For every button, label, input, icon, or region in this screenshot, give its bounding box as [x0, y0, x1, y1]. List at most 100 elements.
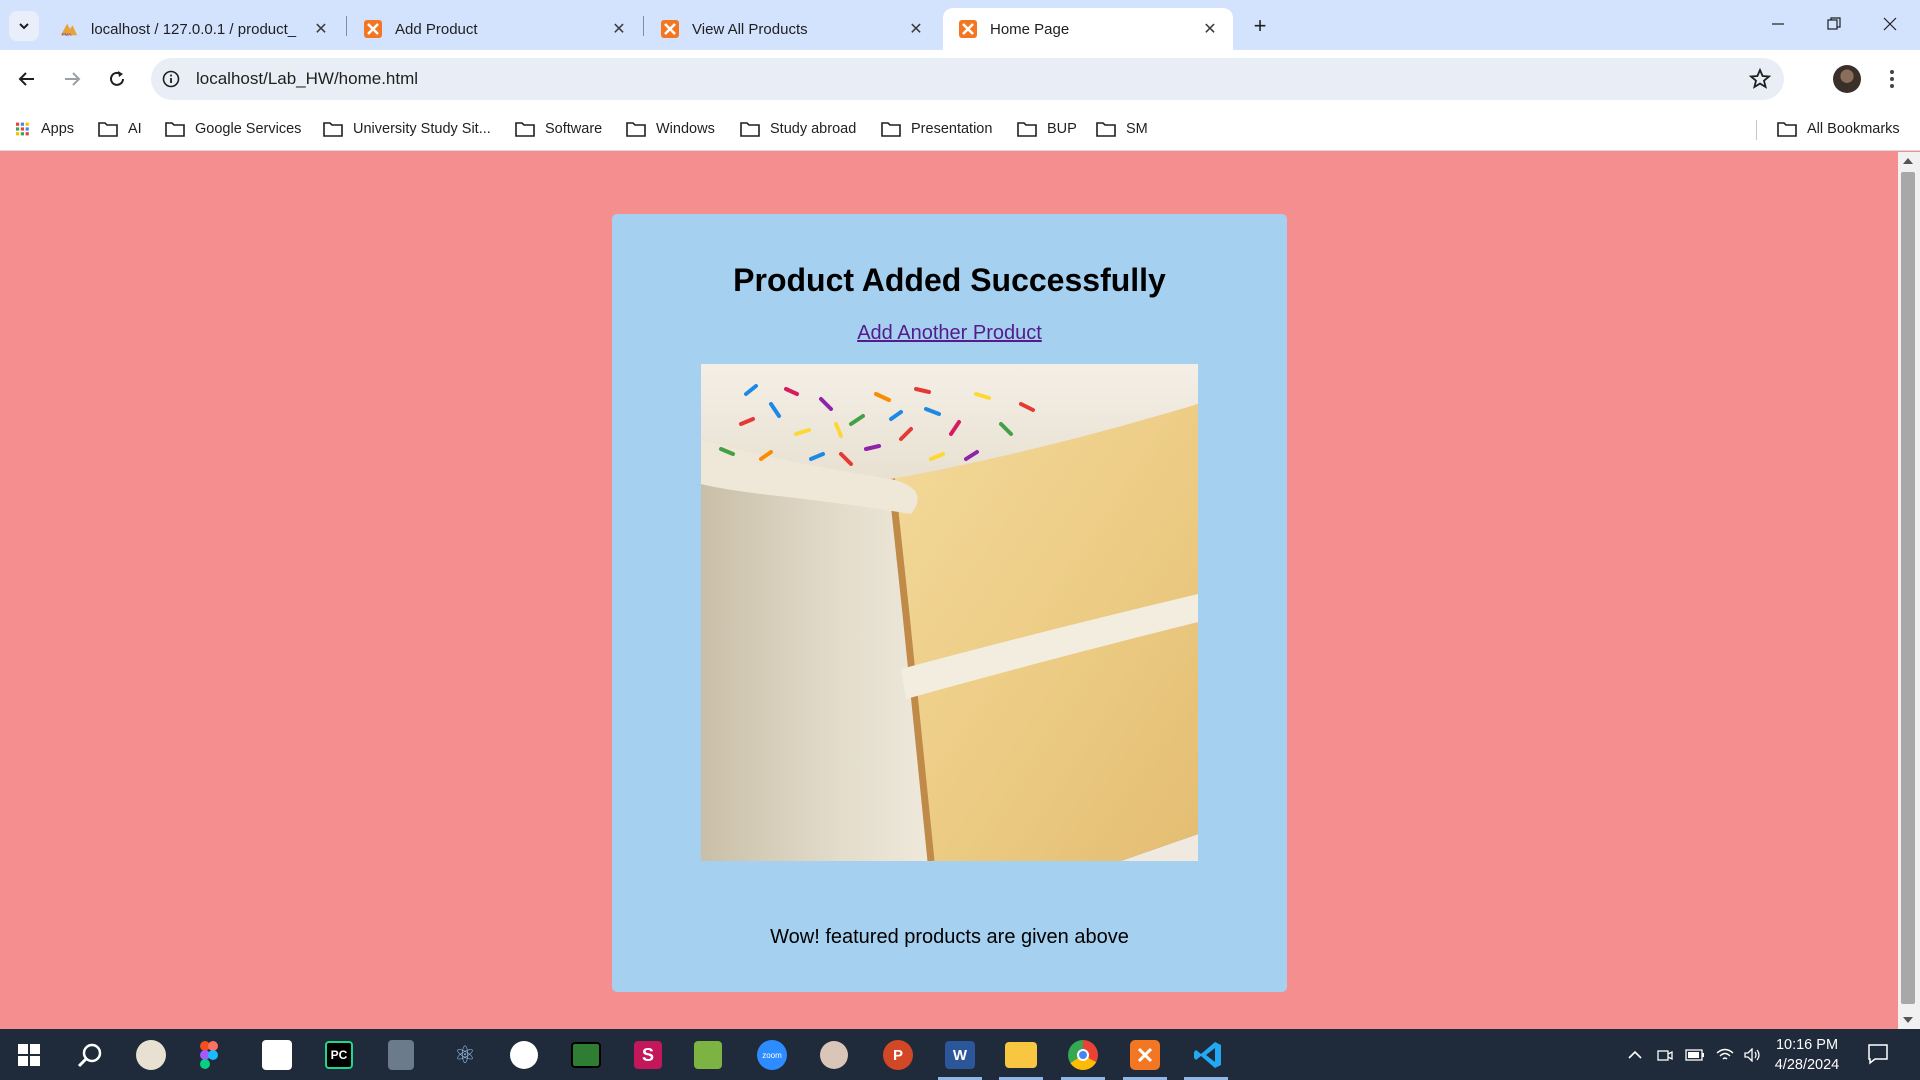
clock-time: 10:16 PM	[1775, 1037, 1839, 1053]
notification-icon[interactable]	[1866, 1042, 1890, 1066]
bookmark-label: Software	[545, 121, 603, 137]
folder-icon	[1096, 122, 1116, 137]
paint-net-icon[interactable]	[694, 1041, 722, 1069]
bookmark-label: Google Services	[195, 121, 302, 137]
profile-avatar[interactable]	[1833, 65, 1861, 93]
bookmarks-bar: Apps AI Google Services University Study…	[0, 108, 1920, 151]
folder-icon	[515, 122, 535, 137]
paint-icon[interactable]	[136, 1040, 166, 1070]
reload-icon	[110, 71, 124, 86]
word-icon[interactable]: W	[945, 1041, 975, 1069]
new-tab-button[interactable]: +	[1246, 12, 1274, 40]
cloud-app-icon[interactable]	[820, 1041, 848, 1069]
scrollbar-thumb[interactable]	[1901, 172, 1915, 1004]
folder-icon	[1017, 122, 1037, 137]
slides-icon[interactable]: S	[634, 1041, 662, 1069]
url-text: localhost/Lab_HW/home.html	[196, 69, 419, 88]
address-bar[interactable]: localhost/Lab_HW/home.html	[151, 58, 1784, 100]
chevron-up-icon[interactable]	[1624, 1044, 1646, 1066]
site-info-icon[interactable]	[162, 70, 180, 88]
tab-add-product[interactable]: Add Product ✕	[348, 8, 642, 50]
start-icon[interactable]	[12, 1038, 46, 1072]
bookmark-folder-presentation[interactable]: Presentation	[881, 118, 992, 140]
bookmark-label: Study abroad	[770, 121, 857, 137]
close-window-button[interactable]	[1870, 8, 1910, 40]
xampp-icon	[959, 20, 977, 38]
clock-date: 4/28/2024	[1774, 1057, 1840, 1073]
tab-phpmyadmin[interactable]: PMA localhost / 127.0.0.1 / product_ ✕	[44, 8, 344, 50]
scroll-down-icon[interactable]	[1903, 1017, 1913, 1023]
bookmark-star-icon[interactable]	[1748, 67, 1772, 91]
add-another-product-link[interactable]: Add Another Product	[857, 322, 1042, 344]
bookmark-folder-sm[interactable]: SM	[1096, 118, 1148, 140]
xampp-icon	[661, 20, 679, 38]
bookmark-label: Windows	[656, 121, 715, 137]
bookmarks-separator	[1756, 120, 1757, 140]
bookmark-folder-google-services[interactable]: Google Services	[165, 118, 301, 140]
terminal-icon[interactable]	[571, 1042, 601, 1068]
figma-icon[interactable]	[200, 1038, 218, 1072]
wifi-icon[interactable]	[1714, 1044, 1736, 1066]
tab-title: Home Page	[990, 20, 1070, 38]
close-icon[interactable]: ✕	[310, 18, 332, 40]
bookmark-folder-windows[interactable]: Windows	[626, 118, 715, 140]
vertical-scrollbar[interactable]	[1898, 152, 1920, 1029]
vscode-icon[interactable]	[1191, 1038, 1225, 1072]
page-title: Product Added Successfully	[733, 262, 1166, 298]
arrow-left-icon	[18, 72, 34, 86]
mba-icon[interactable]	[262, 1040, 292, 1070]
ai-app-icon[interactable]: ⚛	[448, 1038, 482, 1072]
tab-title: localhost / 127.0.0.1 / product_	[91, 20, 297, 38]
chrome-icon[interactable]	[1068, 1040, 1098, 1070]
bookmark-folder-software[interactable]: Software	[515, 118, 602, 140]
cake-slice-image	[701, 364, 1198, 861]
close-icon[interactable]: ✕	[1199, 18, 1221, 40]
bookmark-folder-university[interactable]: University Study Sit...	[323, 118, 491, 140]
bookmark-folder-ai[interactable]: AI	[98, 118, 142, 140]
featured-products-note: Wow! featured products are given above	[770, 926, 1129, 948]
tab-separator	[346, 16, 347, 36]
restore-icon	[1827, 17, 1841, 30]
system-clock[interactable]: 10:16 PM 4/28/2024	[1762, 1035, 1852, 1075]
bookmark-label: BUP	[1047, 121, 1077, 137]
calculator-icon[interactable]	[388, 1040, 414, 1070]
back-button[interactable]	[11, 63, 43, 95]
close-icon[interactable]: ✕	[905, 18, 927, 40]
bookmark-label: Presentation	[911, 121, 993, 137]
tab-search-button[interactable]	[9, 11, 39, 41]
success-card: Product Added Successfully Add Another P…	[612, 214, 1287, 992]
clock-app-icon[interactable]	[510, 1041, 538, 1069]
all-bookmarks-label: All Bookmarks	[1807, 121, 1900, 137]
folder-icon	[165, 122, 185, 137]
tab-home-page[interactable]: Home Page ✕	[943, 8, 1233, 50]
restore-button[interactable]	[1814, 8, 1854, 40]
svg-text:PMA: PMA	[62, 32, 72, 37]
volume-icon[interactable]	[1742, 1044, 1764, 1066]
folder-icon	[98, 122, 118, 137]
xampp-icon[interactable]	[1130, 1040, 1160, 1070]
meet-now-icon[interactable]	[1654, 1044, 1676, 1066]
battery-icon[interactable]	[1684, 1044, 1706, 1066]
forward-button[interactable]	[56, 63, 88, 95]
bookmark-label: University Study Sit...	[353, 121, 491, 137]
search-icon[interactable]	[73, 1038, 107, 1072]
file-explorer-icon[interactable]	[1005, 1042, 1037, 1068]
all-bookmarks-button[interactable]: All Bookmarks	[1777, 118, 1900, 140]
plus-icon: +	[1253, 13, 1267, 38]
more-menu-icon[interactable]	[1880, 65, 1904, 93]
tab-title: Add Product	[395, 20, 478, 38]
tab-view-all-products[interactable]: View All Products ✕	[645, 8, 939, 50]
tab-title: View All Products	[692, 20, 808, 38]
pycharm-icon[interactable]: PC	[325, 1041, 353, 1069]
bookmark-apps[interactable]: Apps	[16, 118, 74, 140]
close-icon[interactable]: ✕	[608, 18, 630, 40]
minimize-button[interactable]	[1758, 8, 1798, 40]
scroll-up-icon[interactable]	[1903, 158, 1913, 164]
close-icon	[1883, 17, 1897, 31]
bookmark-folder-bup[interactable]: BUP	[1017, 118, 1077, 140]
page-viewport: Product Added Successfully Add Another P…	[0, 152, 1898, 1029]
reload-button[interactable]	[101, 63, 133, 95]
zoom-icon[interactable]: zoom	[757, 1040, 787, 1070]
bookmark-folder-study-abroad[interactable]: Study abroad	[740, 118, 856, 140]
powerpoint-icon[interactable]: P	[883, 1040, 913, 1070]
